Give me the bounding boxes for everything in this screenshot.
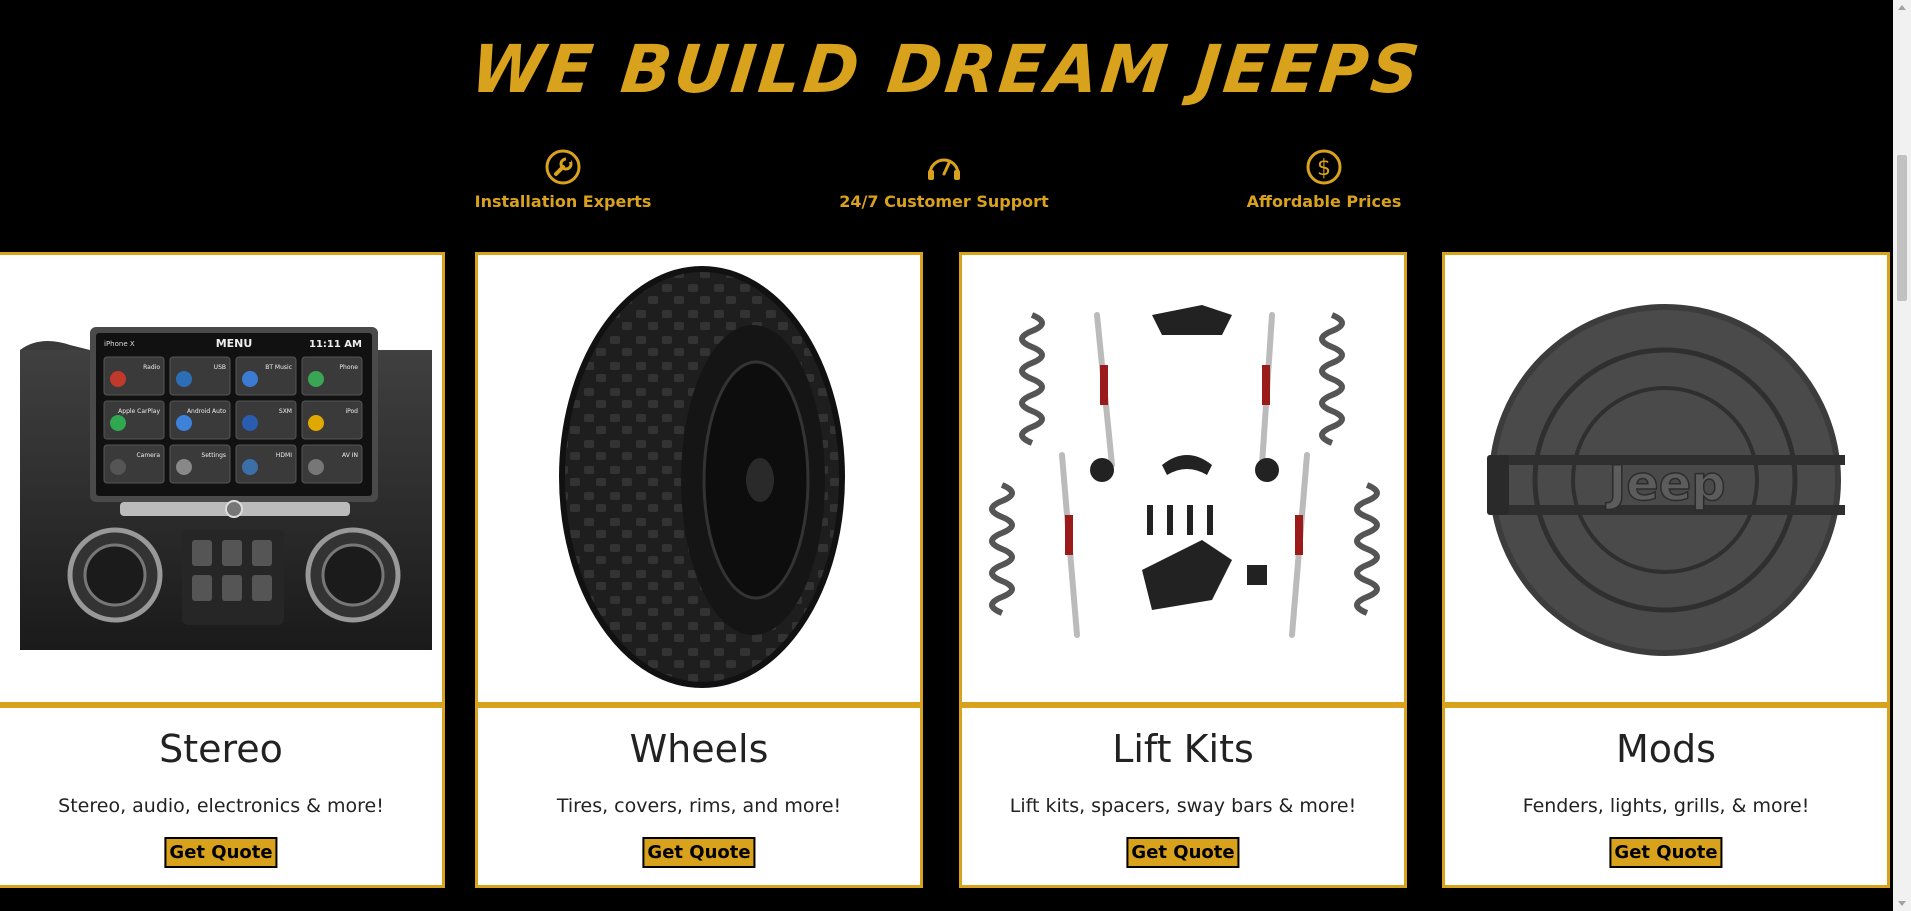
- page: WE BUILD DREAM JEEPS Installation Expert…: [0, 0, 1893, 911]
- page-headline: WE BUILD DREAM JEEPS: [467, 31, 1426, 108]
- screen-tile-icon: [110, 415, 126, 431]
- screen-tile-label: Android Auto: [187, 408, 226, 415]
- screen-tile-icon: [242, 415, 258, 431]
- screen-tile-icon: [176, 371, 192, 387]
- screen-carrier: iPhone X: [104, 340, 135, 348]
- screen-tile-label: SXM: [279, 408, 292, 415]
- stereo-dashboard-image: iPhone X MENU 11:11 AM Radio USB BT Music P…: [0, 255, 442, 702]
- screen-tile-label: Phone: [339, 364, 358, 371]
- tire-wheel-image: [478, 255, 920, 702]
- screen-tile-label: Settings: [201, 452, 226, 459]
- wrench-icon: [545, 149, 581, 185]
- card-description: Tires, covers, rims, and more!: [556, 795, 842, 817]
- headset-icon: [928, 158, 960, 180]
- card-title: Stereo: [159, 727, 283, 771]
- feature-installation-experts: Installation Experts: [433, 148, 693, 211]
- screen-tile-label: Apple CarPlay: [118, 408, 160, 415]
- feature-label: Affordable Prices: [1246, 192, 1402, 211]
- lift-kit-parts-image: [962, 255, 1404, 702]
- svg-text:$: $: [1317, 156, 1331, 181]
- scroll-down-arrow-icon[interactable]: [1898, 901, 1906, 906]
- vertical-scrollbar[interactable]: [1893, 0, 1911, 911]
- screen-tile-icon: [308, 371, 324, 387]
- fuel-door-image: Jeep: [1445, 255, 1887, 702]
- card-wheels: Wheels Tires, covers, rims, and more! Ge…: [475, 252, 923, 888]
- feature-affordable-prices: $ Affordable Prices: [1194, 148, 1454, 211]
- feature-customer-support: 24/7 Customer Support: [814, 148, 1074, 211]
- screen-tile-label: iPod: [345, 408, 358, 415]
- card-description: Fenders, lights, grills, & more!: [1522, 795, 1810, 817]
- screen-tile-label: AV IN: [342, 452, 358, 459]
- screen-menu: MENU: [216, 337, 253, 350]
- screen-tile-label: HDMI: [276, 452, 292, 459]
- feature-label: Installation Experts: [474, 192, 652, 211]
- screen-tile-label: Radio: [143, 364, 160, 371]
- get-quote-button[interactable]: Get Quote: [642, 837, 756, 868]
- screen-time: 11:11 AM: [309, 339, 362, 350]
- card-divider: [1445, 702, 1887, 708]
- screen-tile-label: USB: [214, 364, 226, 371]
- card-description: Lift kits, spacers, sway bars & more!: [1009, 795, 1357, 817]
- card-divider: [962, 702, 1404, 708]
- screen-tile-icon: [308, 459, 324, 475]
- feature-label: 24/7 Customer Support: [839, 192, 1049, 211]
- card-title: Mods: [1616, 727, 1716, 771]
- screen-tile-icon: [110, 371, 126, 387]
- get-quote-button[interactable]: Get Quote: [1126, 837, 1240, 868]
- card-title: Wheels: [629, 727, 769, 771]
- scrollbar-thumb[interactable]: [1897, 155, 1907, 301]
- screen-tile-icon: [242, 459, 258, 475]
- screen-tile-icon: [176, 415, 192, 431]
- card-divider: [0, 702, 442, 708]
- screen-tile-label: BT Music: [265, 364, 292, 371]
- jeep-logo: Jeep: [1605, 456, 1725, 512]
- screen-tile-icon: [308, 415, 324, 431]
- dollar-icon: $: [1306, 149, 1342, 185]
- card-mods: Jeep Mods Fenders, lights, grills, & mor…: [1442, 252, 1890, 888]
- screen-tile-icon: [176, 459, 192, 475]
- screen-tile-label: Camera: [136, 452, 160, 459]
- screen-tile-icon: [110, 459, 126, 475]
- card-lift-kits: Lift Kits Lift kits, spacers, sway bars …: [959, 252, 1407, 888]
- card-description: Stereo, audio, electronics & more!: [58, 795, 384, 817]
- card-divider: [478, 702, 920, 708]
- scroll-up-arrow-icon[interactable]: [1898, 5, 1906, 10]
- screen-tile-icon: [242, 371, 258, 387]
- get-quote-button[interactable]: Get Quote: [164, 837, 278, 868]
- card-stereo: iPhone X MENU 11:11 AM Radio USB BT Music P…: [0, 252, 445, 888]
- card-title: Lift Kits: [1112, 727, 1254, 771]
- get-quote-button[interactable]: Get Quote: [1609, 837, 1723, 868]
